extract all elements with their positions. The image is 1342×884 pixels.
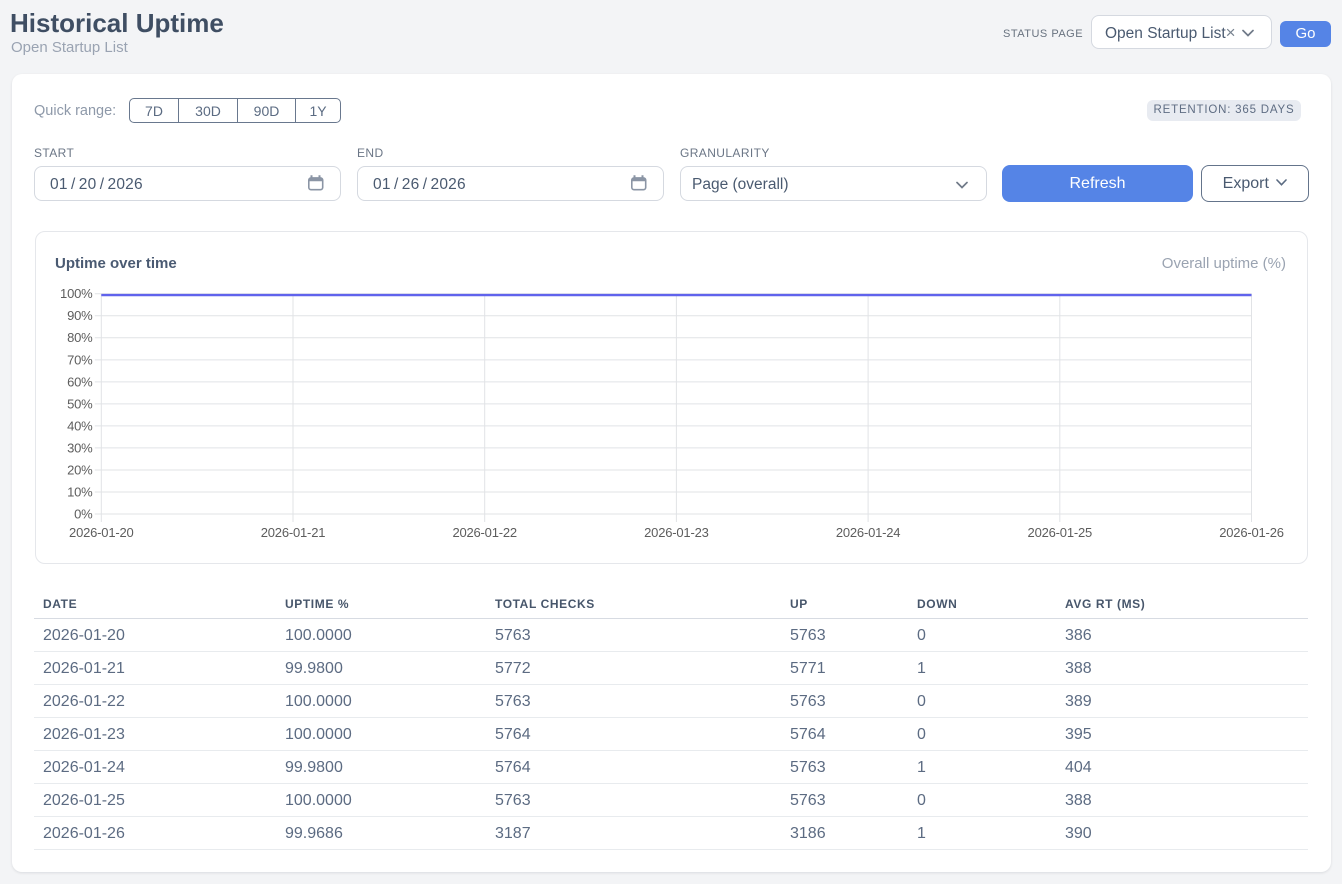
svg-text:70%: 70% [67,352,93,367]
svg-text:2026-01-24: 2026-01-24 [836,525,901,540]
svg-text:2026-01-20: 2026-01-20 [69,525,134,540]
svg-text:2026-01-26: 2026-01-26 [1219,525,1284,540]
svg-text:2026-01-21: 2026-01-21 [261,525,326,540]
svg-text:2026-01-23: 2026-01-23 [644,525,709,540]
svg-text:30%: 30% [67,440,93,455]
svg-text:0%: 0% [74,506,93,521]
svg-text:20%: 20% [67,462,93,477]
svg-text:2026-01-22: 2026-01-22 [452,525,517,540]
svg-text:60%: 60% [67,374,93,389]
svg-text:100%: 100% [60,286,93,301]
svg-text:80%: 80% [67,330,93,345]
svg-text:10%: 10% [67,484,93,499]
svg-text:50%: 50% [67,396,93,411]
svg-text:40%: 40% [67,418,93,433]
svg-text:90%: 90% [67,308,93,323]
svg-text:2026-01-25: 2026-01-25 [1028,525,1093,540]
